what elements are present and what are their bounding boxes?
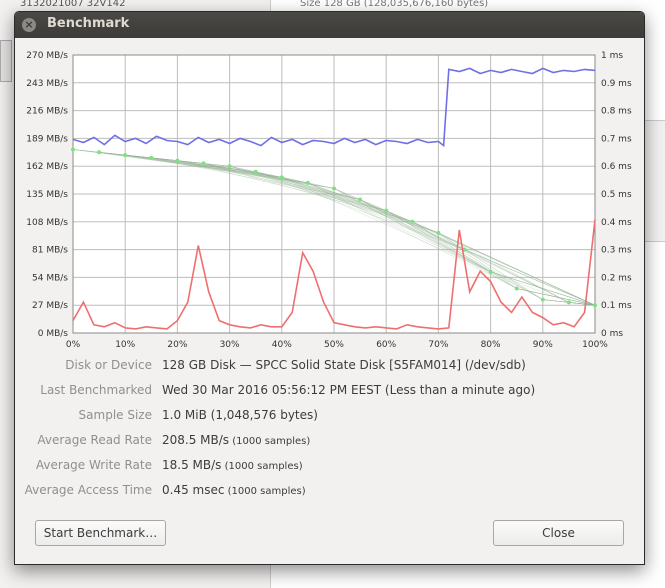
y-right-tick-label: 0.1 ms [601,301,632,311]
y-left-tick-label: 54 MB/s [32,273,68,283]
benchmark-chart: 0% 10% 20% 30% 40% 50% 60% 70% 80% 90% 100% 0 MB/s 0… [15,38,644,368]
info-label: Average Write Rate [35,458,152,472]
info-label: Average Access Time [24,483,152,497]
x-tick-label: 50% [324,340,344,350]
y-right-tick-label: 0.2 ms [601,273,632,283]
y-right-tick-label: 0 ms [601,329,623,339]
y-right-tick-label: 0.5 ms [601,190,632,200]
info-label: Sample Size [78,408,152,422]
benchmark-dialog: × Benchmark 0% 10% 20% 30% 40% 50% 60% 70% 80% 90… [14,11,645,565]
info-label: Last Benchmarked [40,383,152,397]
y-right-tick-label: 0.7 ms [601,134,632,144]
info-value-text: 18.5 MB/s [162,458,222,472]
x-tick-label: 20% [167,340,187,350]
background-size-info: Size 128 GB (128,035,676,160 bytes) [300,0,489,9]
info-label: Disk or Device [65,358,152,372]
x-tick-label: 90% [533,340,553,350]
access-time-point [384,208,389,213]
access-time-point [201,161,206,166]
y-left-tick-label: 81 MB/s [32,246,68,256]
y-left-tick-label: 189 MB/s [26,134,68,144]
access-time-point [305,180,310,185]
access-time-point [149,155,154,160]
background-device-item: 3132021007 32V142 [20,0,126,9]
access-time-point [279,175,284,180]
info-value-text: 1.0 MiB (1,048,576 bytes) [162,408,318,422]
y-left-tick-label: 162 MB/s [26,162,68,172]
access-time-point [540,297,545,302]
info-value: 1.0 MiB (1,048,576 bytes) [162,408,318,422]
background-scroll-widget [0,40,12,82]
y-right-tick-label: 0.9 ms [601,79,632,89]
access-time-point [410,219,415,224]
x-tick-label: 10% [115,340,135,350]
access-time-point [593,303,597,308]
y-left-tick-label: 270 MB/s [26,51,68,61]
x-tick-label: 70% [428,340,448,350]
info-value: Wed 30 Mar 2016 05:56:12 PM EEST (Less t… [162,383,535,397]
info-sample-count: (1000 samples) [221,461,303,472]
access-time-point [332,186,336,191]
info-value-text: 0.45 msec [162,483,225,497]
y-left-tick-label: 0 MB/s [38,329,69,339]
y-left-tick-label: 243 MB/s [26,79,68,89]
info-value: 0.45 msec (1000 samples) [162,483,306,497]
access-time-point [253,169,258,174]
access-time-point [71,147,75,152]
y-left-tick-label: 27 MB/s [32,301,68,311]
x-tick-label: 100% [582,340,608,350]
access-time-point [436,230,441,235]
access-time-point [514,286,519,291]
info-value: 208.5 MB/s (1000 samples) [162,433,310,447]
benchmark-chart-svg: 0% 10% 20% 30% 40% 50% 60% 70% 80% 90% 100% 0 MB/s 0… [26,51,632,350]
x-tick-label: 80% [481,340,501,350]
access-time-point [227,164,232,169]
access-time-point [358,197,363,202]
close-button[interactable]: Close [493,520,624,546]
access-time-point [97,150,102,155]
info-value-text: 208.5 MB/s [162,433,230,447]
y-left-tick-label: 135 MB/s [26,190,68,200]
y-right-tick-label: 1 ms [601,51,623,61]
info-value-text: Wed 30 Mar 2016 05:56:12 PM EEST (Less t… [162,383,536,397]
info-value-text: 128 GB Disk — SPCC Solid State Disk [S5F… [162,358,526,372]
y-left-tick-label: 108 MB/s [26,218,68,228]
access-time-point [488,269,493,274]
y-right-tick-label: 0.4 ms [601,218,632,228]
info-sample-count: (1000 samples) [224,486,306,497]
x-tick-label: 60% [376,340,396,350]
access-time-point [175,158,180,163]
access-time-point [123,153,128,158]
dialog-title: Benchmark [47,16,130,31]
y-right-tick-label: 0.6 ms [601,162,632,172]
start-benchmark-button[interactable]: Start Benchmark… [35,520,166,546]
y-right-tick-label: 0.3 ms [601,246,632,256]
x-tick-label: 0% [66,340,81,350]
info-value: 18.5 MB/s (1000 samples) [162,458,303,472]
y-right-tick-label: 0.8 ms [601,107,632,117]
info-value: 128 GB Disk — SPCC Solid State Disk [S5F… [162,358,526,372]
access-time-point [566,300,571,305]
x-tick-label: 30% [220,340,240,350]
info-sample-count: (1000 samples) [229,436,311,447]
close-icon[interactable]: × [22,18,36,32]
info-label: Average Read Rate [37,433,152,447]
x-tick-label: 40% [272,340,292,350]
y-left-tick-label: 216 MB/s [26,107,68,117]
dialog-titlebar: × Benchmark [15,12,644,38]
